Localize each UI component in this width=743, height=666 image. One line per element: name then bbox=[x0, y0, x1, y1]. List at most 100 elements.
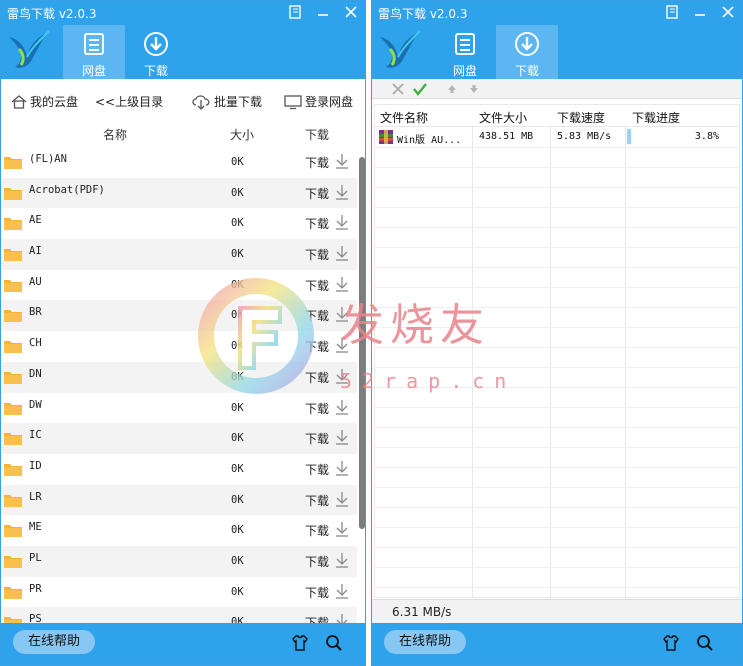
app-header: 网盘 下载 bbox=[372, 25, 742, 79]
cloud-download-icon bbox=[192, 94, 210, 110]
download-arrow-icon[interactable] bbox=[335, 491, 349, 507]
up-level-button[interactable]: <<上级目录 bbox=[95, 93, 163, 110]
file-row[interactable]: BR 0K 下载 bbox=[1, 300, 357, 332]
file-row[interactable]: ID 0K 下载 bbox=[1, 454, 357, 485]
download-link[interactable]: 下载 bbox=[305, 584, 329, 601]
tab-cloud-disk[interactable]: 网盘 bbox=[434, 25, 496, 79]
tab-download[interactable]: 下载 bbox=[496, 25, 558, 79]
column-download: 下载 bbox=[305, 128, 330, 142]
move-down-icon[interactable] bbox=[466, 81, 482, 97]
download-link[interactable]: 下载 bbox=[305, 246, 329, 263]
cloud-disk-icon bbox=[84, 33, 104, 55]
window-title: 雷鸟下载 v2.0.3 bbox=[7, 7, 97, 21]
online-help-button[interactable]: 在线帮助 bbox=[384, 630, 466, 654]
skin-button[interactable] bbox=[658, 1, 686, 23]
check-icon[interactable] bbox=[412, 81, 428, 97]
download-arrow-icon[interactable] bbox=[335, 245, 349, 261]
file-row[interactable]: PR 0K 下载 bbox=[1, 577, 357, 608]
column-name: 名称 bbox=[103, 128, 128, 142]
download-arrow-icon[interactable] bbox=[335, 460, 349, 476]
file-row[interactable]: IC 0K 下载 bbox=[1, 423, 357, 454]
vertical-scrollbar[interactable] bbox=[357, 147, 365, 625]
tab-download[interactable]: 下载 bbox=[125, 25, 187, 79]
download-arrow-icon[interactable] bbox=[335, 368, 349, 384]
shirt-icon[interactable] bbox=[662, 634, 680, 652]
file-name: DN bbox=[29, 367, 42, 380]
file-size: 0K bbox=[231, 217, 244, 230]
file-row[interactable]: (FL)AN 0K 下载 bbox=[1, 147, 357, 178]
login-disk-button[interactable]: 登录网盘 bbox=[284, 93, 353, 110]
search-icon[interactable] bbox=[325, 634, 343, 652]
download-link[interactable]: 下载 bbox=[305, 461, 329, 478]
file-name: Acrobat(PDF) bbox=[29, 183, 105, 196]
download-arrow-icon[interactable] bbox=[335, 399, 349, 415]
file-row[interactable]: AE 0K 下载 bbox=[1, 208, 357, 239]
file-size: 0K bbox=[231, 278, 244, 291]
minimize-button[interactable] bbox=[309, 1, 337, 23]
file-row[interactable]: Acrobat(PDF) 0K 下载 bbox=[1, 177, 357, 209]
file-row[interactable]: DW 0K 下载 bbox=[1, 393, 357, 424]
download-link[interactable]: 下载 bbox=[305, 185, 329, 202]
folder-icon bbox=[4, 555, 22, 568]
online-help-button[interactable]: 在线帮助 bbox=[13, 630, 95, 654]
search-icon[interactable] bbox=[696, 634, 714, 652]
skin-button[interactable] bbox=[281, 1, 309, 23]
batch-download-label: 批量下载 bbox=[214, 95, 263, 109]
download-arrow-icon[interactable] bbox=[335, 521, 349, 537]
folder-icon bbox=[4, 218, 22, 231]
download-link[interactable]: 下载 bbox=[305, 154, 329, 171]
download-arrow-icon[interactable] bbox=[335, 429, 349, 445]
folder-icon bbox=[4, 371, 22, 384]
tab-cloud-disk[interactable]: 网盘 bbox=[63, 25, 125, 79]
shirt-icon[interactable] bbox=[291, 634, 309, 652]
file-row[interactable]: ME 0K 下载 bbox=[1, 515, 357, 546]
download-arrow-icon[interactable] bbox=[335, 583, 349, 599]
file-size: 0K bbox=[231, 248, 244, 261]
cloud-disk-window: 雷鸟下载 v2.0.3 网盘 下载 我的云盘 <<上级目录 批量下载 登录网盘 … bbox=[0, 0, 366, 666]
title-bar[interactable]: 雷鸟下载 v2.0.3 bbox=[372, 1, 742, 25]
download-arrow-icon[interactable] bbox=[335, 552, 349, 568]
file-size: 0K bbox=[231, 340, 244, 353]
delete-task-icon[interactable] bbox=[390, 81, 406, 97]
scroll-thumb[interactable] bbox=[359, 157, 365, 529]
download-link[interactable]: 下载 bbox=[305, 430, 329, 447]
download-arrow-icon[interactable] bbox=[335, 276, 349, 292]
download-arrow-icon[interactable] bbox=[335, 306, 349, 323]
download-arrow-icon[interactable] bbox=[335, 153, 349, 169]
download-link[interactable]: 下载 bbox=[305, 400, 329, 417]
file-size: 0K bbox=[231, 432, 244, 445]
download-arrow-icon[interactable] bbox=[335, 184, 349, 200]
download-link[interactable]: 下载 bbox=[305, 307, 329, 324]
download-link[interactable]: 下载 bbox=[305, 369, 329, 386]
file-row[interactable]: AI 0K 下载 bbox=[1, 239, 357, 270]
download-link[interactable]: 下载 bbox=[305, 522, 329, 539]
close-button[interactable] bbox=[337, 1, 365, 23]
task-row[interactable]: Win版 AU... 438.51 MB 5.83 MB/s 3.8% bbox=[375, 127, 739, 147]
close-button[interactable] bbox=[714, 1, 742, 23]
file-size: 0K bbox=[231, 554, 244, 567]
file-row[interactable]: PL 0K 下载 bbox=[1, 545, 357, 577]
file-row[interactable]: DN 0K 下载 bbox=[1, 361, 357, 393]
batch-download-button[interactable]: 批量下载 bbox=[191, 93, 262, 110]
download-arrow-icon[interactable] bbox=[335, 337, 349, 353]
download-task-table: 文件名称 文件大小 下载速度 下载进度 Win版 AU... 438.51 MB… bbox=[374, 104, 740, 598]
file-row[interactable]: LR 0K 下载 bbox=[1, 484, 357, 516]
download-link[interactable]: 下载 bbox=[305, 215, 329, 232]
file-row[interactable]: AU 0K 下载 bbox=[1, 270, 357, 301]
download-link[interactable]: 下载 bbox=[305, 277, 329, 294]
file-size: 0K bbox=[231, 524, 244, 537]
download-link[interactable]: 下载 bbox=[305, 553, 329, 570]
my-cloud-button[interactable]: 我的云盘 bbox=[11, 93, 78, 110]
download-link[interactable]: 下载 bbox=[305, 492, 329, 509]
move-up-icon[interactable] bbox=[444, 81, 460, 97]
download-arrow-icon[interactable] bbox=[335, 214, 349, 231]
file-row[interactable]: CH 0K 下载 bbox=[1, 331, 357, 362]
close-icon bbox=[722, 6, 734, 18]
title-bar[interactable]: 雷鸟下载 v2.0.3 bbox=[1, 1, 365, 25]
minimize-button[interactable] bbox=[686, 1, 714, 23]
file-name: (FL)AN bbox=[29, 153, 67, 165]
download-link[interactable]: 下载 bbox=[305, 338, 329, 355]
notebook-icon bbox=[666, 5, 678, 19]
home-icon bbox=[11, 94, 27, 109]
file-list: (FL)AN 0K 下载 Acrobat(PDF) 0K 下载 AE 0K 下载 AI 0K 下载 AU… bbox=[1, 147, 357, 625]
